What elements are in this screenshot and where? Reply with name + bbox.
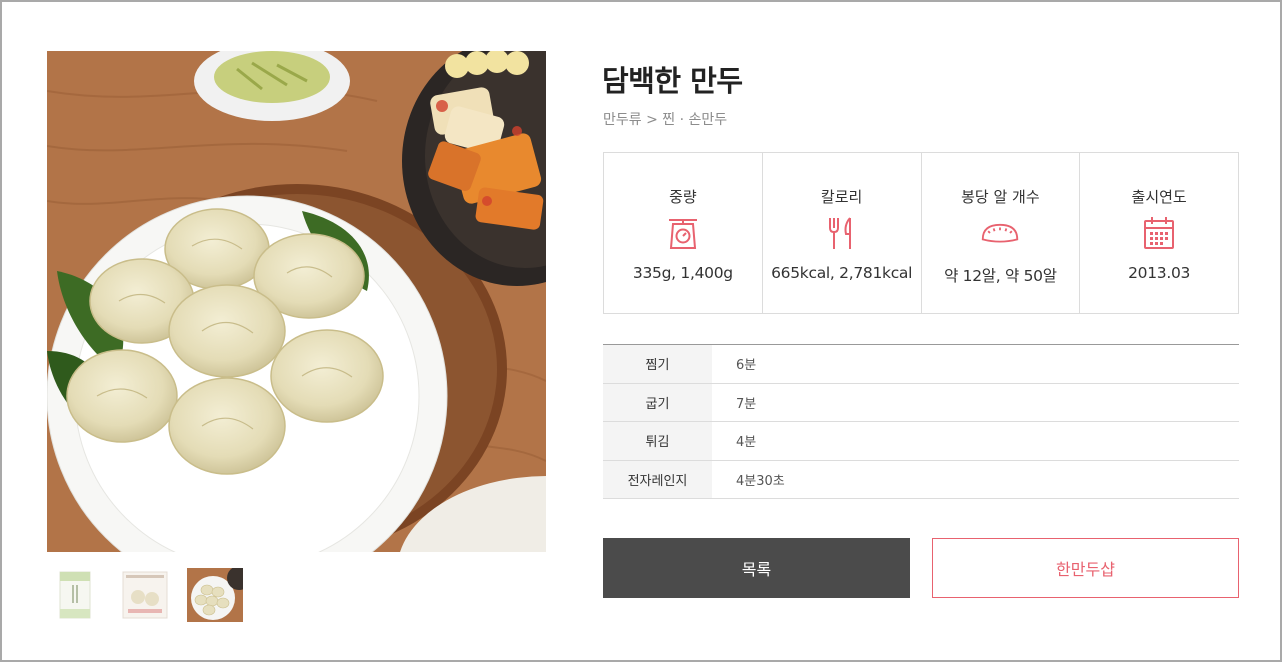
table-row: 튀김 4분: [603, 422, 1239, 461]
thumbnail-strip: [47, 567, 243, 623]
main-product-photo: [47, 51, 546, 552]
scale-icon: [663, 215, 703, 251]
spec-value: 665kcal, 2,781kcal: [771, 264, 913, 282]
shop-button[interactable]: 한만두샵: [932, 538, 1239, 598]
spec-value: 약 12알, 약 50알: [944, 267, 1057, 285]
cooking-time: 4분30초: [736, 473, 785, 489]
product-title: 담백한 만두: [602, 64, 743, 98]
breadcrumb: 만두류 > 찐 · 손만두: [603, 112, 728, 128]
cooking-method: 굽기: [603, 383, 712, 421]
list-button[interactable]: 목록: [603, 538, 910, 598]
spec-count: 봉당 알 개수 약 12알, 약 50알: [922, 153, 1081, 313]
dumpling-icon: [980, 215, 1020, 251]
dumpling-plate-photo: [47, 51, 546, 552]
spec-label: 봉당 알 개수: [961, 188, 1040, 206]
cooking-time: 4분: [736, 435, 757, 451]
product-detail-panel: 담백한 만두 만두류 > 찐 · 손만두 중량 335g, 1,400g 칼로리: [0, 0, 1282, 662]
spec-value: 335g, 1,400g: [632, 264, 733, 282]
spec-calorie: 칼로리 665kcal, 2,781kcal: [763, 153, 922, 313]
spec-label: 중량: [669, 188, 697, 206]
cooking-method: 찜기: [603, 345, 712, 383]
thumbnail-package-front[interactable]: [47, 567, 103, 623]
spec-value: 2013.03: [1128, 264, 1191, 282]
spec-label: 출시연도: [1131, 188, 1187, 206]
table-row: 굽기 7분: [603, 383, 1239, 422]
cooking-time: 6분: [736, 358, 757, 374]
cooking-method: 튀김: [603, 422, 712, 460]
package-front-thumbnail: [59, 571, 91, 619]
cooking-time: 7분: [736, 396, 757, 412]
spec-grid: 중량 335g, 1,400g 칼로리 665kcal, 2,781kcal 봉…: [603, 152, 1239, 314]
fork-knife-icon: [822, 215, 862, 251]
table-row: 찜기 6분: [603, 345, 1239, 384]
package-back-thumbnail: [122, 571, 168, 619]
calendar-icon: [1139, 215, 1179, 251]
thumbnail-dumpling-plate[interactable]: [187, 567, 243, 623]
spec-weight: 중량 335g, 1,400g: [604, 153, 763, 313]
cooking-method: 전자레인지: [603, 460, 712, 498]
cooking-time-table: 찜기 6분 굽기 7분 튀김 4분 전자레인지 4분30초: [603, 344, 1239, 499]
table-row: 전자레인지 4분30초: [603, 460, 1239, 499]
thumbnail-package-back[interactable]: [117, 567, 173, 623]
dumpling-plate-thumbnail: [187, 568, 243, 622]
spec-release: 출시연도 2013.03: [1080, 153, 1238, 313]
spec-label: 칼로리: [820, 188, 863, 206]
